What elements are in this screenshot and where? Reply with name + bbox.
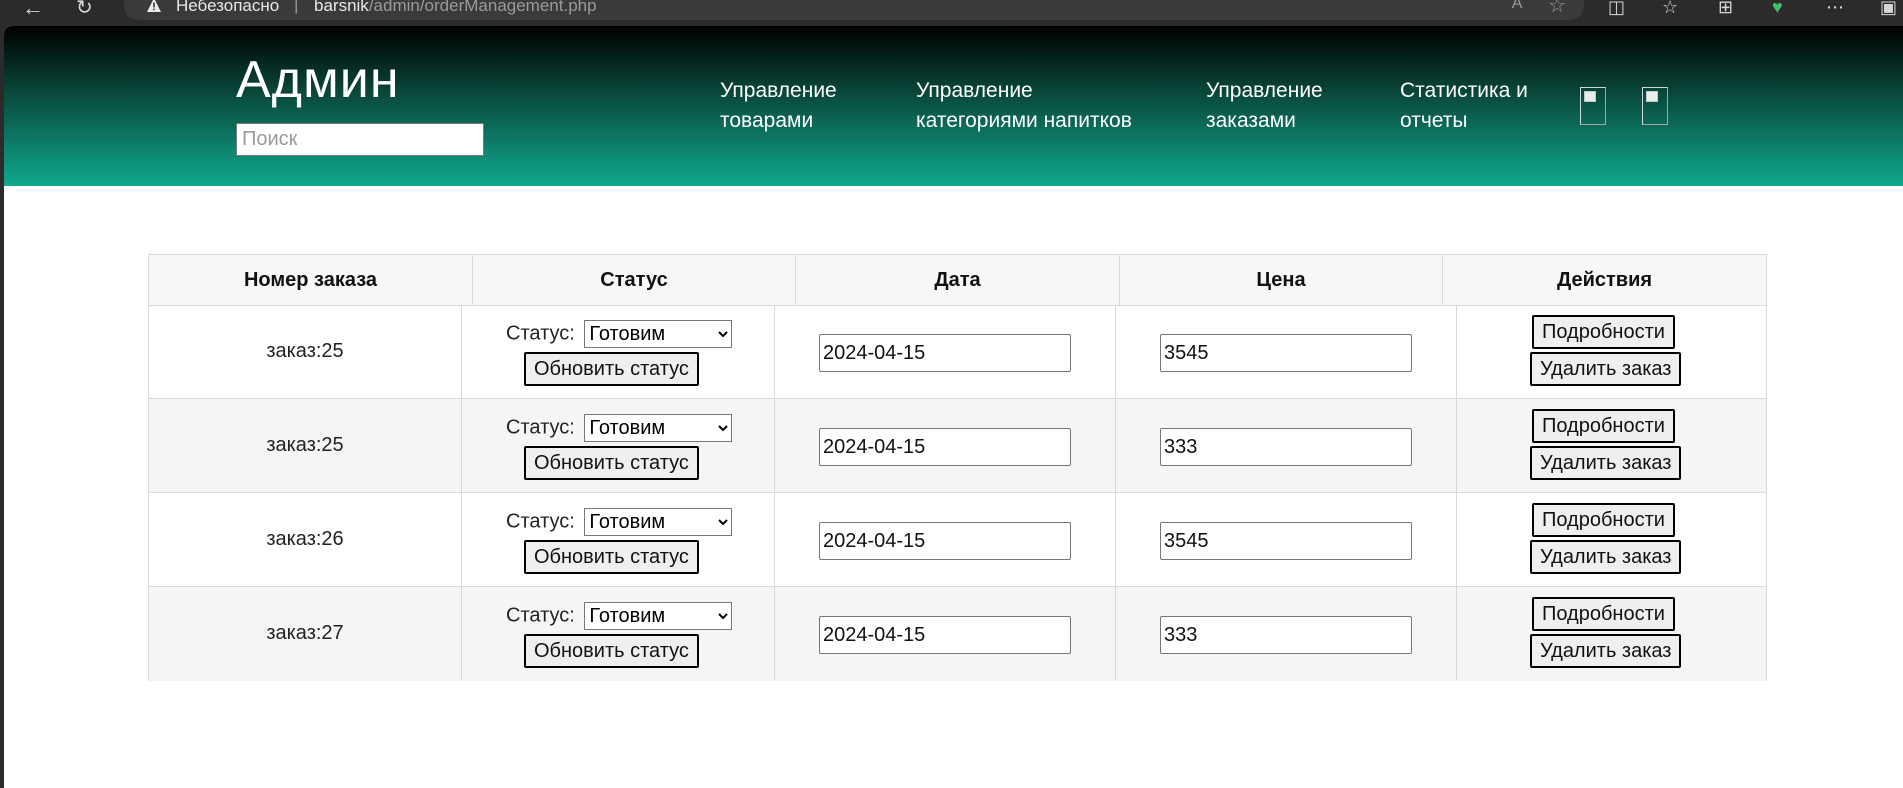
date-cell: [775, 399, 1116, 492]
status-select[interactable]: Готовим: [584, 602, 733, 630]
update-status-button[interactable]: Обновить статус: [524, 540, 699, 574]
actions-cell: Подробности Удалить заказ: [1457, 305, 1766, 398]
date-cell: [775, 305, 1116, 398]
column-header-status: Статус: [473, 255, 796, 305]
nav-label-line2: категориями напитков: [916, 109, 1132, 132]
status-control: Статус: Готовим: [506, 414, 733, 442]
nav-product-management[interactable]: Управление товарами: [720, 76, 837, 136]
read-aloud-icon[interactable]: Aʻ: [1512, 0, 1526, 13]
nav-label-line1: Управление: [720, 79, 837, 102]
table-row: заказ:25 Статус: Готовим Обновить статус…: [149, 305, 1766, 399]
status-cell: Статус: Готовим Обновить статус: [462, 305, 775, 398]
delete-order-button[interactable]: Удалить заказ: [1530, 634, 1682, 668]
status-control: Статус: Готовим: [506, 602, 733, 630]
collections-icon[interactable]: ⊞: [1718, 0, 1733, 18]
insecure-label: Небезопасно: [176, 0, 280, 15]
status-label: Статус:: [506, 416, 575, 439]
back-arrow-icon[interactable]: ←: [22, 0, 44, 19]
broken-image-icon[interactable]: [1642, 87, 1668, 125]
url-path: /admin/orderManagement.php: [368, 0, 597, 15]
search-input[interactable]: [236, 123, 484, 156]
table-row: заказ:25 Статус: Готовим Обновить статус…: [149, 399, 1766, 493]
url-text: barsnik/admin/orderManagement.php: [314, 0, 597, 16]
date-input[interactable]: [819, 522, 1071, 560]
update-status-button[interactable]: Обновить статус: [524, 352, 699, 386]
price-input[interactable]: [1160, 334, 1412, 372]
nav-statistics-reports[interactable]: Статистика и отчеты: [1400, 76, 1528, 136]
delete-order-button[interactable]: Удалить заказ: [1530, 352, 1682, 386]
copilot-icon[interactable]: ▣: [1880, 0, 1897, 18]
delete-order-button[interactable]: Удалить заказ: [1530, 540, 1682, 574]
nav-label-line2: товарами: [720, 109, 814, 132]
details-button[interactable]: Подробности: [1532, 503, 1675, 537]
favorite-star-icon[interactable]: ☆: [1548, 0, 1566, 18]
orders-table: Номер заказа Статус Дата Цена Действия з…: [148, 254, 1767, 681]
split-screen-icon[interactable]: ◫: [1608, 0, 1625, 18]
price-cell: [1116, 587, 1457, 680]
column-header-price: Цена: [1120, 255, 1443, 305]
nav-label-line2: отчеты: [1400, 109, 1468, 132]
status-cell: Статус: Готовим Обновить статус: [462, 399, 775, 492]
nav-order-management[interactable]: Управление заказами: [1206, 76, 1323, 136]
date-cell: [775, 493, 1116, 586]
address-bar[interactable]: Небезопасно | barsnik/admin/orderManagem…: [124, 0, 1584, 20]
brand-title: Админ: [236, 51, 400, 109]
update-status-button[interactable]: Обновить статус: [524, 634, 699, 668]
favorites-list-icon[interactable]: ☆: [1662, 0, 1678, 18]
order-number: заказ:25: [149, 305, 462, 398]
price-cell: [1116, 399, 1457, 492]
table-header: Номер заказа Статус Дата Цена Действия: [149, 255, 1766, 306]
address-separator: |: [294, 0, 299, 14]
date-input[interactable]: [819, 428, 1071, 466]
status-label: Статус:: [506, 604, 575, 627]
browser-toolbar: ← ↻ Небезопасно | barsnik/admin/orderMan…: [0, 0, 1903, 24]
url-host: barsnik: [314, 0, 369, 15]
page-viewport: Админ Управление товарами Управление кат…: [4, 26, 1903, 788]
nav-drink-categories[interactable]: Управление категориями напитков: [916, 76, 1132, 136]
price-input[interactable]: [1160, 428, 1412, 466]
nav-label-line1: Управление: [916, 79, 1033, 102]
column-header-actions: Действия: [1556, 269, 1653, 291]
actions-cell: Подробности Удалить заказ: [1457, 587, 1766, 680]
details-button[interactable]: Подробности: [1532, 409, 1675, 443]
status-label: Статус:: [506, 510, 575, 533]
status-select[interactable]: Готовим: [584, 508, 733, 536]
more-options-icon[interactable]: ⋯: [1826, 0, 1844, 18]
nav-label-line2: заказами: [1206, 109, 1296, 132]
date-input[interactable]: [819, 616, 1071, 654]
delete-order-button[interactable]: Удалить заказ: [1530, 446, 1682, 480]
price-cell: [1116, 305, 1457, 398]
date-input[interactable]: [819, 334, 1071, 372]
date-cell: [775, 587, 1116, 680]
update-status-button[interactable]: Обновить статус: [524, 446, 699, 480]
status-label: Статус:: [506, 322, 575, 345]
details-button[interactable]: Подробности: [1532, 315, 1675, 349]
order-number: заказ:27: [149, 587, 462, 680]
status-control: Статус: Готовим: [506, 320, 733, 348]
column-header-order-number: Номер заказа: [149, 255, 473, 305]
table-row: заказ:27 Статус: Готовим Обновить статус…: [149, 587, 1766, 681]
order-number: заказ:25: [149, 399, 462, 492]
table-row: заказ:26 Статус: Готовим Обновить статус…: [149, 493, 1766, 587]
nav-label-line1: Статистика и: [1400, 79, 1528, 102]
actions-cell: Подробности Удалить заказ: [1457, 493, 1766, 586]
warning-icon: [147, 0, 161, 12]
price-input[interactable]: [1160, 522, 1412, 560]
browser-essentials-icon[interactable]: ♥: [1772, 0, 1783, 18]
price-cell: [1116, 493, 1457, 586]
order-number: заказ:26: [149, 493, 462, 586]
site-header: Админ Управление товарами Управление кат…: [4, 26, 1903, 186]
actions-cell: Подробности Удалить заказ: [1457, 399, 1766, 492]
reload-icon[interactable]: ↻: [76, 0, 93, 18]
broken-image-icon[interactable]: [1580, 87, 1606, 125]
nav-label-line1: Управление: [1206, 79, 1323, 102]
details-button[interactable]: Подробности: [1532, 597, 1675, 631]
status-control: Статус: Готовим: [506, 508, 733, 536]
price-input[interactable]: [1160, 616, 1412, 654]
status-select[interactable]: Готовим: [584, 414, 733, 442]
column-header-date: Дата: [796, 255, 1120, 305]
status-cell: Статус: Готовим Обновить статус: [462, 587, 775, 680]
status-cell: Статус: Готовим Обновить статус: [462, 493, 775, 586]
status-select[interactable]: Готовим: [584, 320, 733, 348]
